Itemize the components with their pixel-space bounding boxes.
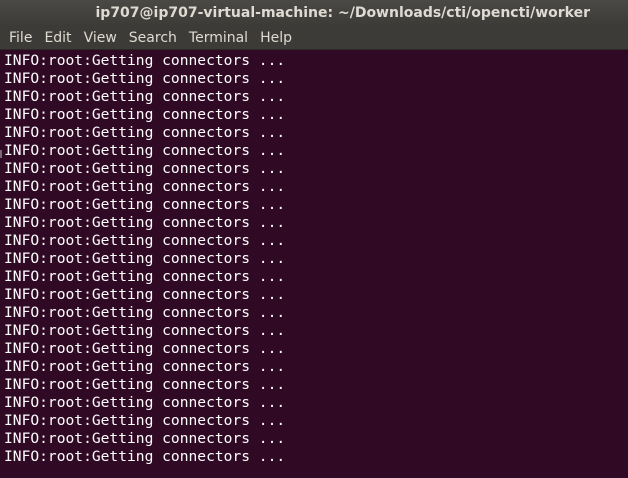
- terminal-line: INFO:root:Getting connectors ...: [4, 232, 286, 249]
- terminal-line: INFO:root:Getting connectors ...: [4, 70, 286, 87]
- menu-view[interactable]: View: [78, 26, 123, 50]
- terminal-line: INFO:root:Getting connectors ...: [4, 448, 286, 465]
- terminal-line: INFO:root:Getting connectors ...: [4, 178, 286, 195]
- terminal-line: INFO:root:Getting connectors ...: [4, 286, 286, 303]
- menu-bar: File Edit View Search Terminal Help: [0, 26, 628, 50]
- terminal-line: INFO:root:Getting connectors ...: [4, 394, 286, 411]
- menu-search[interactable]: Search: [123, 26, 183, 50]
- window-title[interactable]: ip707@ip707-virtual-machine: ~/Downloads…: [0, 0, 628, 26]
- terminal-line: INFO:root:Getting connectors ...: [4, 88, 286, 105]
- menu-edit[interactable]: Edit: [38, 26, 77, 50]
- terminal-line: INFO:root:Getting connectors ...: [4, 52, 286, 69]
- terminal-line: INFO:root:Getting connectors ...: [4, 412, 286, 429]
- terminal-line: INFO:root:Getting connectors ...: [4, 160, 286, 177]
- terminal-line: INFO:root:Getting connectors ...: [4, 340, 286, 357]
- terminal-line: INFO:root:Getting connectors ...: [4, 106, 286, 123]
- terminal-line: INFO:root:Getting connectors ...: [4, 358, 286, 375]
- menu-terminal[interactable]: Terminal: [183, 26, 254, 50]
- terminal-window: ip707@ip707-virtual-machine: ~/Downloads…: [0, 0, 628, 478]
- terminal-line: INFO:root:Getting connectors ...: [4, 142, 286, 159]
- terminal-line: INFO:root:Getting connectors ...: [4, 124, 286, 141]
- terminal-line: INFO:root:Getting connectors ...: [4, 430, 286, 447]
- terminal-line: INFO:root:Getting connectors ...: [4, 322, 286, 339]
- terminal-line: INFO:root:Getting connectors ...: [4, 250, 286, 267]
- scroll-indicator: [0, 150, 2, 158]
- terminal-line: INFO:root:Getting connectors ...: [4, 196, 286, 213]
- terminal-output[interactable]: INFO:root:Getting connectors ... INFO:roo…: [0, 50, 628, 478]
- terminal-line: INFO:root:Getting connectors ...: [4, 304, 286, 321]
- menu-help[interactable]: Help: [254, 26, 298, 50]
- terminal-line: INFO:root:Getting connectors ...: [4, 268, 286, 285]
- terminal-line: INFO:root:Getting connectors ...: [4, 214, 286, 231]
- menu-file[interactable]: File: [3, 26, 38, 50]
- terminal-line: INFO:root:Getting connectors ...: [4, 376, 286, 393]
